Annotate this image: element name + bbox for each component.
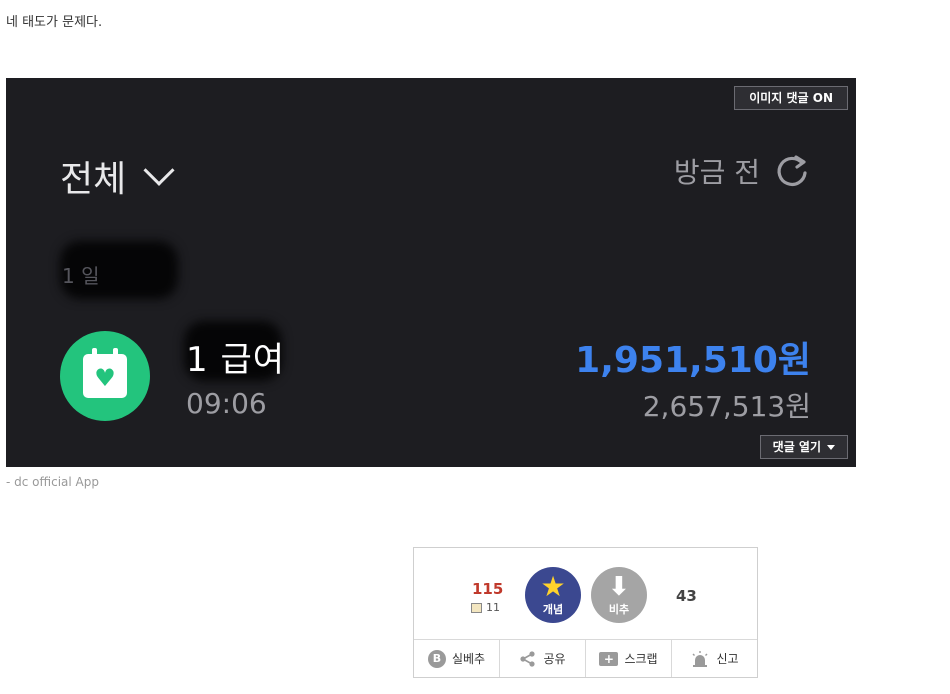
- b-badge-icon: B: [427, 649, 446, 668]
- share-button[interactable]: 공유: [500, 640, 586, 677]
- upvote-button[interactable]: ★ 개념: [525, 567, 581, 623]
- siren-icon: [690, 650, 710, 668]
- calendar-heart-icon: ♥: [60, 331, 150, 421]
- heart-icon: ♥: [94, 364, 116, 392]
- post-text: 네 태도가 문제다.: [6, 15, 103, 30]
- fixed-upvote-row: 11: [471, 601, 500, 614]
- best-recommend-button[interactable]: B 실베추: [414, 640, 500, 677]
- refresh-label: 방금 전: [673, 156, 760, 189]
- image-comment-on-button[interactable]: 이미지 댓글 ON: [734, 86, 848, 110]
- share-icon: [519, 650, 537, 668]
- vote-box: 115 11 ★ 개념 ⬇ 비추 43 B 실베추 공유 + 스크랩 신고: [413, 547, 758, 678]
- refresh-area: 방금 전: [674, 151, 810, 191]
- downvote-button[interactable]: ⬇ 비추: [591, 567, 647, 623]
- blurred-date-text: 1 일: [62, 264, 100, 288]
- chevron-down-icon: [143, 154, 175, 186]
- caret-down-icon: [827, 444, 835, 450]
- calendar-paper: ♥: [83, 348, 127, 398]
- star-icon: ★: [540, 570, 566, 603]
- filter-label: 전체: [60, 159, 127, 200]
- downvote-count: 43: [676, 587, 697, 605]
- arrow-down-icon: ⬇: [608, 572, 630, 602]
- fixed-user-icon: [471, 602, 482, 613]
- scrap-label: 스크랩: [624, 652, 658, 666]
- transaction-time: 09:06: [186, 387, 267, 420]
- comment-open-label: 댓글 열기: [772, 440, 821, 454]
- vote-top: 115 11 ★ 개념 ⬇ 비추 43: [414, 548, 757, 640]
- best-recommend-label: 실베추: [451, 652, 486, 666]
- share-label: 공유: [543, 652, 566, 666]
- upvote-label: 개념: [542, 603, 564, 616]
- report-label: 신고: [716, 652, 739, 666]
- comment-open-button[interactable]: 댓글 열기: [759, 435, 848, 459]
- report-button[interactable]: 신고: [672, 640, 757, 677]
- refresh-icon: [777, 155, 807, 186]
- attached-image: 이미지 댓글 ON 전체 방금 전 1 일 ♥ 1 급여 09:06 1,951…: [6, 78, 856, 467]
- upvote-count: 115: [472, 580, 504, 598]
- filter-dropdown: 전체: [60, 150, 175, 202]
- downvote-label: 비추: [608, 603, 630, 616]
- source-text: - dc official App: [6, 475, 99, 489]
- transaction-amount: 1,951,510원: [575, 340, 811, 381]
- fixed-upvote-count: 11: [486, 601, 500, 614]
- vote-actions: B 실베추 공유 + 스크랩 신고: [414, 639, 757, 677]
- balance-amount: 2,657,513원: [642, 390, 811, 423]
- folder-plus-icon: +: [599, 651, 619, 666]
- scrap-button[interactable]: + 스크랩: [586, 640, 672, 677]
- transaction-name: 1 급여: [186, 340, 285, 380]
